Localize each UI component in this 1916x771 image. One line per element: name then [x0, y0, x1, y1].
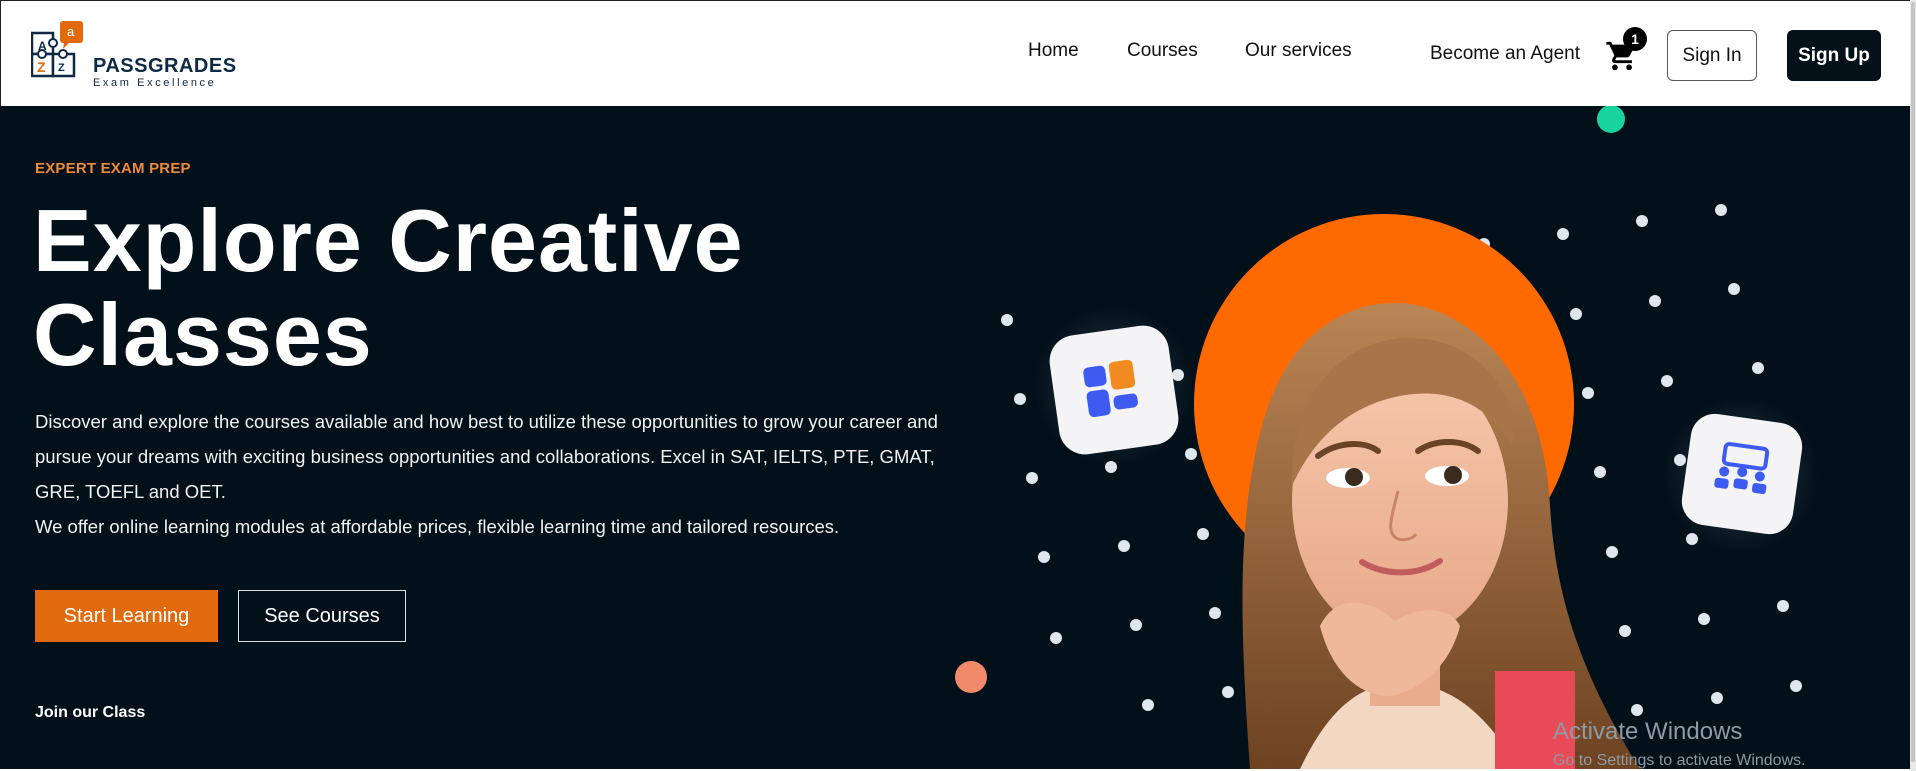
brand-tagline: Exam Excellence — [93, 77, 217, 89]
hero-title: Explore Creative Classes — [33, 194, 793, 382]
hero-description: Discover and explore the courses availab… — [35, 404, 945, 544]
see-courses-button[interactable]: See Courses — [238, 590, 406, 642]
windows-activation-watermark: Activate Windows Go to Settings to activ… — [1553, 718, 1806, 769]
watermark-line-2: Go to Settings to activate Windows. — [1553, 752, 1806, 769]
hero-section: EXPERT EXAM PREP Explore Creative Classe… — [0, 106, 1910, 769]
nav-services-link[interactable]: Our services — [1245, 40, 1352, 62]
svg-text:a: a — [67, 24, 75, 39]
decorative-dots — [1001, 204, 1802, 716]
nav-home-link[interactable]: Home — [1028, 40, 1079, 62]
page-scrollbar-thumb[interactable] — [1911, 2, 1915, 762]
hero-eyebrow: EXPERT EXAM PREP — [35, 160, 191, 177]
classroom-icon — [1714, 442, 1770, 495]
svg-text:A: A — [38, 39, 47, 53]
layout-app-tile — [1034, 306, 1194, 466]
site-header: A Z Z a PASSGRADES Exam Excellence Home … — [0, 0, 1916, 106]
svg-text:Z: Z — [37, 59, 46, 75]
start-learning-button[interactable]: Start Learning — [35, 590, 218, 642]
join-class-text: Join our Class — [35, 704, 146, 721]
grid-layout-icon — [1083, 359, 1138, 418]
hero-title-line-2: Classes — [33, 285, 373, 384]
hero-description-2: We offer online learning modules at affo… — [35, 516, 840, 537]
brand-name: PASSGRADES — [93, 55, 237, 77]
teal-accent-dot — [1597, 106, 1625, 133]
cart-count-badge: 1 — [1623, 27, 1647, 51]
watermark-line-1: Activate Windows — [1553, 718, 1743, 745]
coral-accent-dot — [955, 661, 987, 693]
student-portrait — [1242, 302, 1640, 769]
brand-logo[interactable]: A Z Z a PASSGRADES Exam Excellence — [30, 21, 236, 91]
hero-description-1: Discover and explore the courses availab… — [35, 411, 938, 502]
sign-in-button[interactable]: Sign In — [1667, 30, 1757, 81]
orange-backdrop-circle — [1194, 214, 1574, 594]
sign-up-button[interactable]: Sign Up — [1787, 30, 1881, 81]
hero-title-line-1: Explore Creative — [33, 191, 744, 290]
brand-wordmark: PASSGRADES Exam Excellence — [93, 55, 237, 89]
become-agent-link[interactable]: Become an Agent — [1430, 43, 1580, 65]
svg-text:Z: Z — [58, 62, 65, 74]
classroom-app-tile — [1663, 397, 1819, 553]
nav-courses-link[interactable]: Courses — [1127, 40, 1198, 62]
